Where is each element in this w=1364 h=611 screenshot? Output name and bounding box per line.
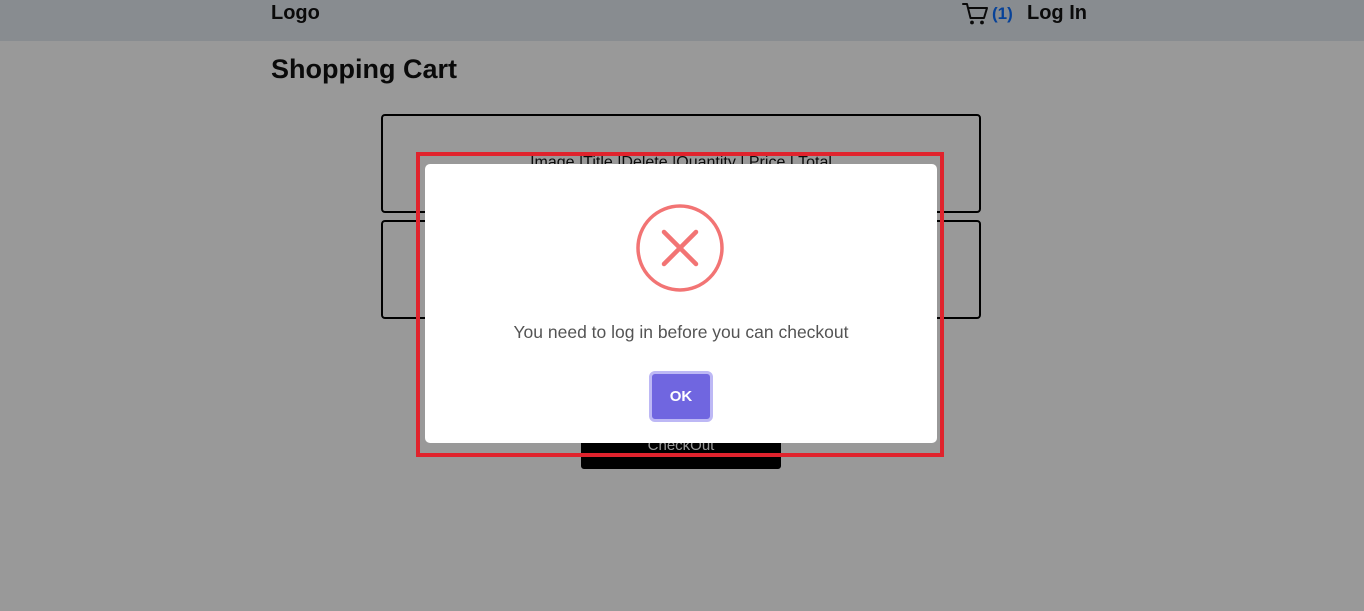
login-required-dialog: You need to log in before you can checko… — [425, 164, 937, 443]
page: Logo (1) Log In Shopping Cart Image |Tit… — [0, 0, 1364, 611]
error-x-icon — [636, 204, 724, 292]
ok-button[interactable]: OK — [649, 371, 713, 422]
dialog-message: You need to log in before you can checko… — [513, 322, 849, 342]
